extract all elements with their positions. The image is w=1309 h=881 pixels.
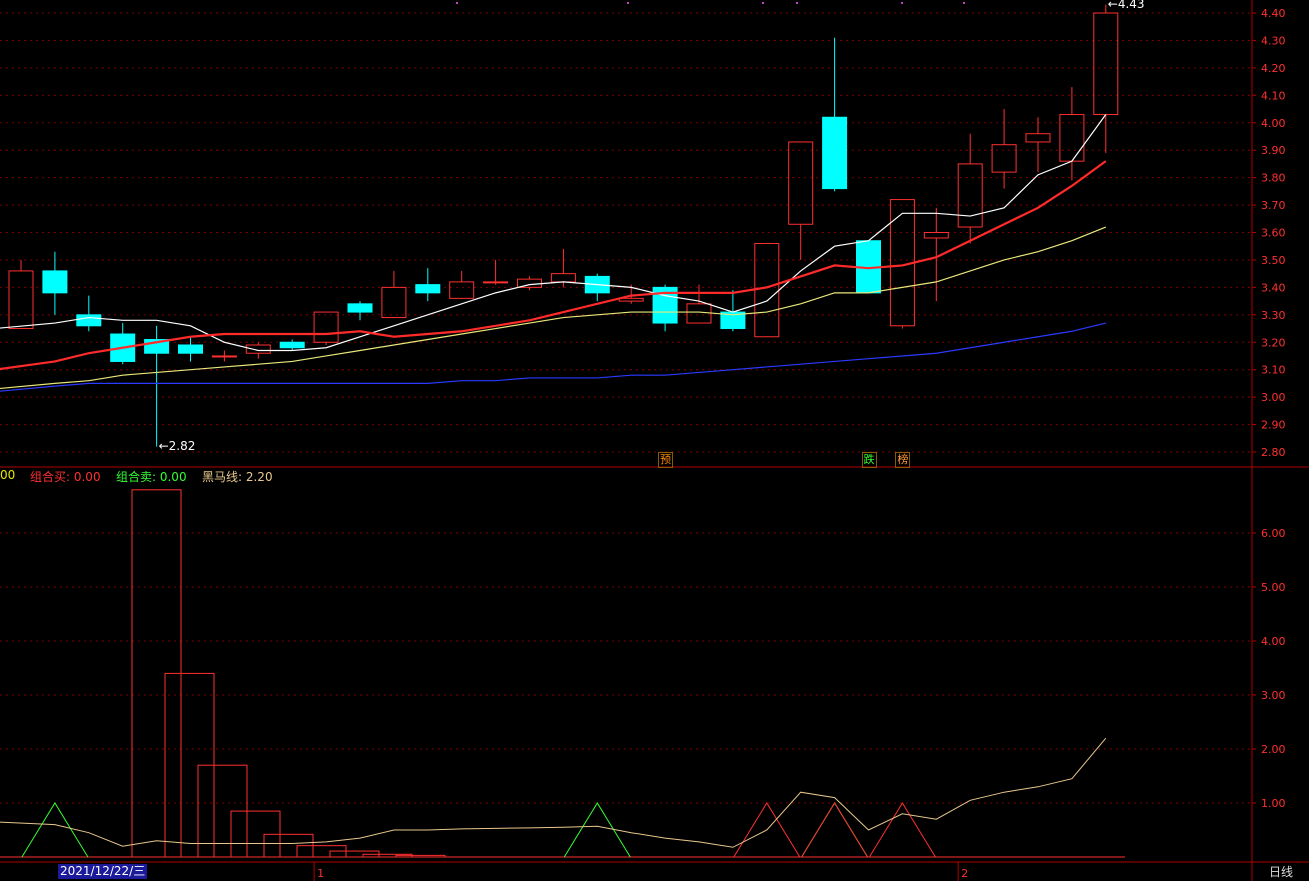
candle-body bbox=[788, 141, 814, 225]
top-marker-dot bbox=[627, 2, 629, 4]
candle-body bbox=[211, 355, 237, 358]
top-marker-dot bbox=[796, 2, 798, 4]
period-button[interactable]: 日线 bbox=[1253, 863, 1309, 881]
event-tag[interactable]: 预 bbox=[658, 452, 674, 468]
candle-body bbox=[1059, 114, 1085, 162]
candle-body bbox=[957, 163, 983, 228]
price-tick-label: 3.30 bbox=[1261, 309, 1286, 322]
candle-body bbox=[754, 242, 780, 338]
indicator-tick-label: 6.00 bbox=[1261, 527, 1286, 540]
candle-body bbox=[1025, 133, 1051, 143]
price-tick-label: 4.40 bbox=[1261, 7, 1286, 20]
indicator-tick-label: 1.00 bbox=[1261, 797, 1286, 810]
price-tick-label: 3.80 bbox=[1261, 172, 1286, 185]
indicator-tick-label: 5.00 bbox=[1261, 581, 1286, 594]
price-tick-label: 3.40 bbox=[1261, 281, 1286, 294]
price-tick-label: 2.80 bbox=[1261, 446, 1286, 459]
moving-average-line bbox=[0, 160, 1107, 371]
event-tag[interactable]: 跌 bbox=[861, 452, 877, 468]
price-tick-label: 3.50 bbox=[1261, 254, 1286, 267]
candle-body bbox=[178, 344, 203, 354]
indicator-tick-label: 4.00 bbox=[1261, 635, 1286, 648]
month-marker-label: 2 bbox=[961, 867, 968, 880]
indicator-legend-item: 00 bbox=[0, 468, 16, 482]
candle-body bbox=[449, 281, 475, 299]
black-horse-line bbox=[0, 737, 1107, 848]
candle-body bbox=[483, 281, 509, 284]
price-tick-label: 3.70 bbox=[1261, 199, 1286, 212]
candle-body bbox=[991, 144, 1017, 173]
candle-body bbox=[8, 270, 34, 330]
price-extreme-label: ←4.43 bbox=[1107, 0, 1145, 11]
candle-body bbox=[313, 311, 339, 343]
indicator-tick-label: 2.00 bbox=[1261, 743, 1286, 756]
signal-triangle bbox=[563, 802, 631, 858]
candle-body bbox=[822, 116, 848, 190]
event-tag[interactable]: 榜 bbox=[895, 452, 911, 468]
indicator-legend-item: 组合卖: 0.00 bbox=[116, 470, 187, 484]
price-tick-label: 4.30 bbox=[1261, 34, 1286, 47]
price-tick-label: 3.20 bbox=[1261, 336, 1286, 349]
price-tick-label: 3.60 bbox=[1261, 227, 1286, 240]
chart-canvas: 4.40 4.30 4.20 4.10 4.00 3.90 3.80 3.70 3.60 3.50… bbox=[0, 0, 1309, 881]
signal-triangle bbox=[868, 802, 936, 858]
price-extreme-label: ←2.82 bbox=[158, 438, 196, 453]
price-tick-label: 2.90 bbox=[1261, 419, 1286, 432]
signal-triangle bbox=[801, 802, 869, 858]
candle-body bbox=[686, 303, 712, 324]
moving-average-line bbox=[0, 226, 1107, 390]
price-tick-label: 4.20 bbox=[1261, 62, 1286, 75]
candle-body bbox=[1093, 12, 1119, 116]
price-tick-label: 4.10 bbox=[1261, 89, 1286, 102]
price-tick-label: 4.00 bbox=[1261, 117, 1286, 130]
indicator-legend-item: 组合买: 0.00 bbox=[30, 470, 101, 484]
price-tick-label: 3.90 bbox=[1261, 144, 1286, 157]
candle-body bbox=[415, 284, 441, 294]
price-tick-label: 3.10 bbox=[1261, 364, 1286, 377]
candle-body bbox=[550, 273, 576, 283]
cursor-date-label: 2021/12/22/三 bbox=[58, 864, 148, 879]
candle-body bbox=[381, 286, 407, 319]
price-tick-label: 3.00 bbox=[1261, 391, 1286, 404]
indicator-legend-item: 黑马线: 2.20 bbox=[202, 470, 273, 484]
candle-body bbox=[76, 314, 102, 327]
candle-body bbox=[42, 270, 68, 294]
candle-body bbox=[923, 232, 949, 239]
top-marker-dot bbox=[762, 2, 764, 4]
indicator-tick-label: 3.00 bbox=[1261, 689, 1286, 702]
candle-body bbox=[279, 341, 305, 349]
candle-body bbox=[347, 303, 373, 313]
month-marker-label: 1 bbox=[317, 867, 324, 880]
top-marker-dot bbox=[456, 2, 458, 4]
top-marker-dot bbox=[901, 2, 903, 4]
moving-average-line bbox=[0, 322, 1106, 392]
signal-triangle bbox=[801, 802, 869, 858]
candle-body bbox=[245, 344, 271, 354]
top-marker-dot bbox=[963, 2, 965, 4]
